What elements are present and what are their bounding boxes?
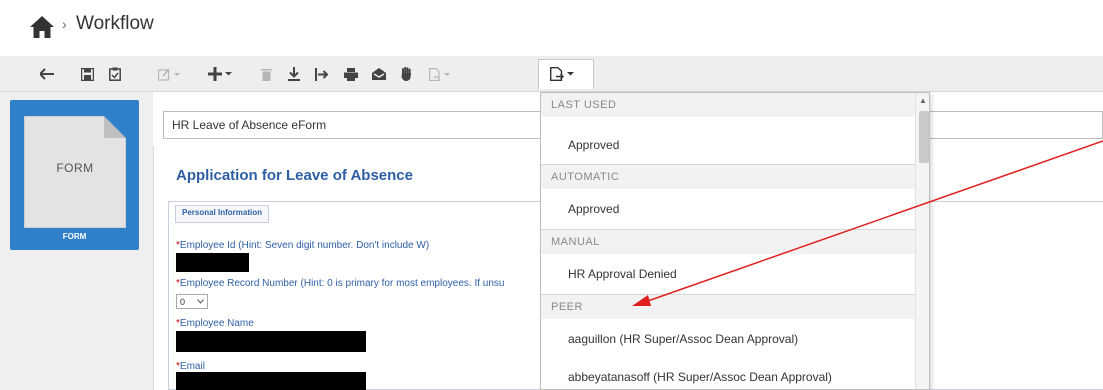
menu-item-peer-aaguillon[interactable]: aaguillon (HR Super/Assoc Dean Approval) bbox=[541, 319, 915, 359]
breadcrumb-separator: › bbox=[62, 16, 67, 32]
record-number-label-text: Employee Record Number (Hint: 0 is prima… bbox=[179, 278, 505, 289]
employee-name-label-text: Employee Name bbox=[179, 318, 254, 329]
edit-icon[interactable] bbox=[157, 62, 185, 86]
email-field-redacted[interactable] bbox=[176, 372, 366, 390]
email-label-text: Email bbox=[179, 361, 205, 372]
section-header-automatic: AUTOMATIC bbox=[541, 165, 915, 189]
dropdown-scrollbar[interactable]: ▲ bbox=[915, 93, 929, 389]
export-icon[interactable] bbox=[315, 62, 329, 86]
clipboard-icon[interactable] bbox=[108, 62, 122, 86]
employee-id-field-redacted[interactable] bbox=[176, 253, 249, 272]
route-dropdown-menu: LAST USED Approved AUTOMATIC Approved MA… bbox=[540, 92, 930, 390]
menu-item-automatic-approved[interactable]: Approved bbox=[541, 189, 915, 229]
section-header-peer: PEER bbox=[541, 295, 915, 319]
page-title: Workflow bbox=[76, 13, 154, 34]
doc-fold bbox=[104, 116, 126, 138]
record-number-select[interactable]: 0 bbox=[176, 294, 208, 309]
application-title: Application for Leave of Absence bbox=[176, 167, 413, 184]
delete-icon[interactable] bbox=[260, 62, 272, 86]
record-number-value: 0 bbox=[180, 296, 186, 307]
menu-item-hr-approval-denied[interactable]: HR Approval Denied bbox=[541, 254, 915, 294]
print-icon[interactable] bbox=[344, 62, 358, 86]
section-header-last-used: LAST USED bbox=[541, 93, 915, 117]
toolbar bbox=[0, 56, 1103, 92]
employee-id-label-text: Employee Id (Hint: Seven digit number. D… bbox=[179, 240, 430, 251]
employee-id-label: *Employee Id (Hint: Seven digit number. … bbox=[176, 240, 429, 251]
menu-item-peer-abbeyatanasoff[interactable]: abbeyatanasoff (HR Super/Assoc Dean Appr… bbox=[541, 357, 915, 389]
record-number-label: *Employee Record Number (Hint: 0 is prim… bbox=[176, 278, 504, 289]
route-icon[interactable] bbox=[428, 62, 454, 86]
thumbnail-caption: FORM bbox=[62, 232, 87, 241]
home-icon[interactable] bbox=[29, 14, 55, 40]
route-active-icon[interactable] bbox=[549, 62, 579, 86]
email-label: *Email bbox=[176, 361, 205, 372]
inbox-icon[interactable] bbox=[372, 62, 386, 86]
employee-name-field-redacted[interactable] bbox=[176, 331, 366, 352]
save-icon[interactable] bbox=[80, 62, 94, 86]
employee-name-label: *Employee Name bbox=[176, 318, 254, 329]
download-icon[interactable] bbox=[288, 62, 300, 86]
add-icon[interactable] bbox=[207, 62, 235, 86]
section-legend: Personal Information bbox=[175, 205, 270, 223]
chevron-down-icon bbox=[197, 299, 204, 304]
section-header-manual: MANUAL bbox=[541, 230, 915, 254]
scrollbar-thumb[interactable] bbox=[919, 111, 929, 163]
header: › Workflow bbox=[0, 0, 1103, 52]
doc-label: FORM bbox=[56, 161, 94, 175]
scroll-up-icon[interactable]: ▲ bbox=[919, 96, 927, 105]
menu-item-last-used-approved[interactable]: Approved bbox=[541, 125, 915, 165]
document-icon: FORM bbox=[24, 116, 126, 228]
hand-icon[interactable] bbox=[400, 62, 412, 86]
back-icon[interactable] bbox=[40, 62, 54, 86]
